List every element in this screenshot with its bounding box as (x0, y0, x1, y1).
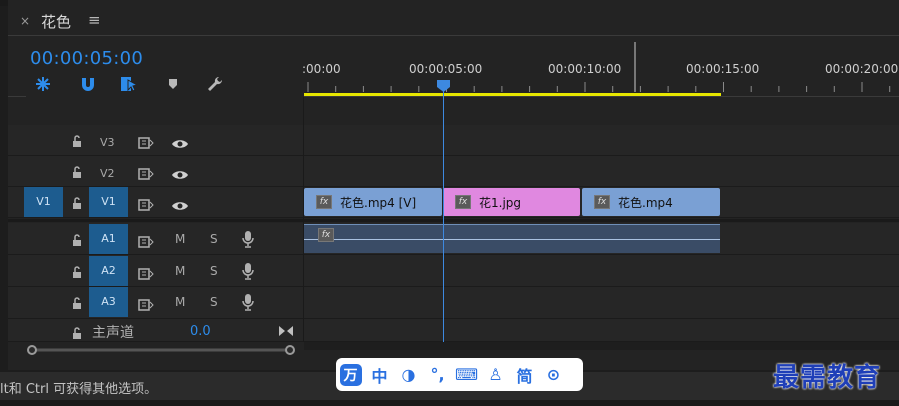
clip-label: 花色.mp4 [V] (340, 195, 417, 210)
solo-button-a3[interactable]: S (210, 295, 218, 309)
fx-badge: fx (318, 228, 334, 242)
sync-lock-icon[interactable] (138, 165, 154, 184)
ime-chinese-mode-button[interactable]: 中 (365, 363, 394, 387)
playhead-line (443, 84, 444, 342)
master-volume-value[interactable]: 0.0 (190, 324, 211, 339)
fx-badge: fx (455, 195, 471, 209)
header-lane-divider (303, 97, 304, 342)
add-marker-icon[interactable] (162, 74, 184, 94)
linked-selection-icon[interactable] (118, 74, 140, 94)
microphone-icon[interactable] (242, 230, 254, 252)
sync-lock-icon[interactable] (138, 296, 154, 315)
playhead-handle[interactable] (437, 80, 450, 92)
lock-icon[interactable] (70, 195, 84, 214)
track-target-v1[interactable]: V1 (89, 187, 128, 217)
track-target-a1[interactable]: A1 (89, 224, 128, 254)
microphone-icon[interactable] (242, 262, 254, 284)
track-zoom-scrollbar[interactable] (26, 345, 296, 355)
lock-icon[interactable] (70, 232, 84, 251)
header-divider (8, 96, 26, 97)
panel-menu-icon[interactable]: ≡ (88, 11, 101, 29)
window-bottom-edge (0, 400, 899, 406)
mute-button-a3[interactable]: M (175, 295, 185, 309)
eye-icon[interactable] (171, 166, 189, 185)
track-target-a2[interactable]: A2 (89, 256, 128, 286)
track-target-a3[interactable]: A3 (89, 287, 128, 317)
lock-icon[interactable] (70, 264, 84, 283)
ruler-divider (634, 42, 636, 92)
nest-sequence-icon[interactable] (32, 74, 54, 94)
ime-punctuation-button[interactable]: °, (423, 363, 452, 387)
sequence-tab-title[interactable]: 花色 (41, 11, 71, 32)
ime-settings-icon[interactable]: ⊙ (539, 363, 568, 387)
clip-hua1-image[interactable]: fx 花1.jpg (443, 188, 580, 216)
go-to-end-icon[interactable] (278, 322, 294, 341)
fx-badge: fx (316, 195, 332, 209)
sync-lock-icon[interactable] (138, 265, 154, 284)
ime-keyboard-icon[interactable]: ⌨ (452, 363, 481, 387)
snap-magnet-icon[interactable] (77, 74, 99, 94)
mute-button-a1[interactable]: M (175, 232, 185, 246)
source-patch-v1[interactable]: V1 (24, 187, 63, 217)
ime-logo-button[interactable]: 万 (336, 363, 365, 387)
track-row-master (8, 319, 899, 342)
solo-button-a2[interactable]: S (210, 264, 218, 278)
lock-icon[interactable] (70, 133, 84, 152)
audio-volume-line (304, 239, 720, 240)
clip-label: 花1.jpg (479, 195, 522, 210)
ruler-label: 00:00:10:00 (548, 62, 622, 76)
ruler-label: 00:00:20:00 (825, 62, 899, 76)
track-name-v3[interactable]: V3 (100, 136, 115, 149)
clip-label: 花色.mp4 (618, 195, 673, 210)
ruler-label: 00:00:05:00 (409, 62, 483, 76)
lock-icon[interactable] (70, 325, 84, 344)
ime-user-icon[interactable]: ♙ (481, 363, 510, 387)
clip-huase-video[interactable]: fx 花色.mp4 [V] (304, 188, 442, 216)
solo-button-a1[interactable]: S (210, 232, 218, 246)
video-audio-divider (8, 219, 899, 222)
master-track-label: 主声道 (92, 325, 134, 341)
ruler-bottom-border (304, 96, 899, 97)
status-hint-text: lt和 Ctrl 可获得其他选项。 (0, 382, 158, 397)
wrench-settings-icon[interactable] (204, 74, 226, 94)
ime-moon-icon[interactable]: ◑ (394, 363, 423, 387)
ime-toolbar: 万 中 ◑ °, ⌨ ♙ 简 ⊙ (336, 358, 583, 391)
clip-huase-video-2[interactable]: fx 花色.mp4 (582, 188, 720, 216)
lock-icon[interactable] (70, 164, 84, 183)
sync-lock-icon[interactable] (138, 233, 154, 252)
ruler-label: 00:00:15:00 (686, 62, 760, 76)
sync-lock-icon[interactable] (138, 196, 154, 215)
lock-icon[interactable] (70, 295, 84, 314)
sync-lock-icon[interactable] (138, 134, 154, 153)
fx-badge: fx (594, 195, 610, 209)
microphone-icon[interactable] (242, 293, 254, 315)
ruler-label: :00:00 (302, 62, 341, 76)
ime-simplified-button[interactable]: 简 (510, 363, 539, 387)
eye-icon[interactable] (171, 135, 189, 154)
mute-button-a2[interactable]: M (175, 264, 185, 278)
track-name-v2[interactable]: V2 (100, 167, 115, 180)
brand-watermark: 最需教育 (773, 363, 882, 393)
playhead-timecode[interactable]: 00:00:05:00 (30, 48, 143, 69)
close-tab-icon[interactable]: × (20, 14, 30, 28)
eye-icon[interactable] (171, 197, 189, 216)
timeline-scrollbar[interactable] (304, 342, 899, 350)
